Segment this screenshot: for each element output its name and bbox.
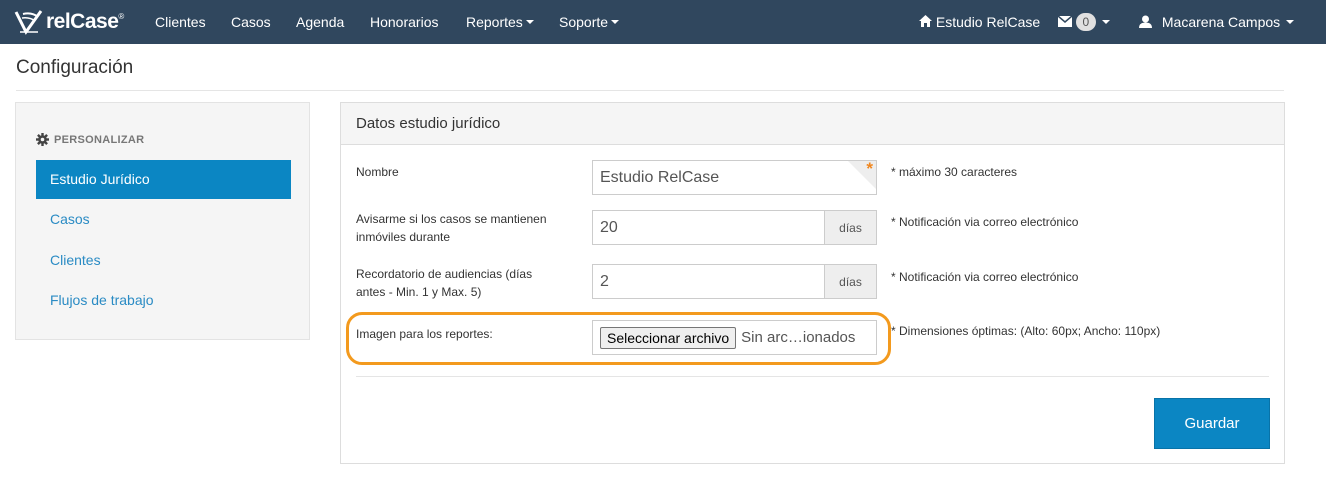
avisarme-days-addon: días	[825, 210, 877, 245]
chevron-down-icon	[525, 20, 534, 25]
recordatorio-hint: * Notificación via correo electrónico	[891, 270, 1079, 284]
user-name: Macarena Campos	[1161, 14, 1281, 30]
recordatorio-label: Recordatorio de audiencias (días antes -…	[356, 267, 533, 299]
brand-name: relCase	[46, 10, 119, 33]
imagen-hint: * Dimensiones óptimas: (Alto: 60px; Anch…	[891, 324, 1161, 338]
nombre-label: Nombre	[356, 165, 399, 179]
avisarme-label: Avisarme si los casos se mantienen inmóv…	[356, 212, 547, 244]
nombre-input[interactable]: Estudio RelCase *	[592, 159, 877, 195]
nav-clientes[interactable]: Clientes	[155, 0, 206, 44]
nav-soporte[interactable]: Soporte	[559, 0, 620, 44]
sidebar-item-estudio-juridico[interactable]: Estudio Jurídico	[36, 160, 291, 199]
panel-heading: Datos estudio jurídico	[341, 103, 1284, 145]
nav-reportes[interactable]: Reportes	[466, 0, 534, 44]
chevron-down-icon	[1101, 20, 1110, 25]
user-icon	[1139, 15, 1152, 28]
nav-agenda[interactable]: Agenda	[296, 0, 344, 44]
title-divider	[16, 90, 1284, 91]
avisarme-hint: * Notificación via correo electrónico	[891, 215, 1079, 229]
recordatorio-days-addon: días	[825, 264, 877, 299]
top-navbar: relCase ® Clientes Casos Agenda Honorari…	[0, 0, 1326, 44]
nav-honorarios[interactable]: Honorarios	[370, 0, 438, 44]
nav-reportes-label: Reportes	[466, 14, 523, 30]
brand-registered-mark: ®	[118, 11, 125, 21]
chevron-down-icon	[1286, 20, 1295, 25]
nav-user-menu[interactable]: Macarena Campos	[1139, 0, 1295, 44]
recordatorio-input[interactable]: 2	[592, 264, 825, 299]
feather-logo-icon	[14, 10, 43, 35]
envelope-icon	[1058, 15, 1072, 27]
home-icon	[919, 15, 932, 28]
avisarme-input[interactable]: 20	[592, 210, 825, 245]
sidebar-heading-label: PERSONALIZAR	[54, 133, 145, 146]
sidebar-item-flujos-de-trabajo[interactable]: Flujos de trabajo	[36, 281, 291, 320]
avisarme-value: 20	[600, 218, 618, 236]
required-star-icon: *	[866, 159, 873, 178]
recordatorio-value: 2	[600, 272, 609, 290]
messages-count-badge: 0	[1075, 13, 1096, 32]
settings-sidebar: PERSONALIZAR Estudio Jurídico Casos Clie…	[15, 102, 310, 340]
chevron-down-icon	[611, 20, 620, 25]
highlight-annotation	[346, 312, 891, 365]
nav-casos[interactable]: Casos	[231, 0, 271, 44]
nav-soporte-label: Soporte	[559, 14, 609, 30]
form-divider	[356, 376, 1269, 377]
sidebar-item-clientes[interactable]: Clientes	[36, 241, 291, 280]
nombre-value: Estudio RelCase	[600, 168, 720, 186]
save-button[interactable]: Guardar	[1154, 398, 1270, 449]
gear-icon	[36, 133, 49, 146]
sidebar-item-casos[interactable]: Casos	[36, 200, 291, 239]
brand-logo[interactable]: relCase ®	[14, 6, 124, 38]
nav-studio[interactable]: Estudio RelCase	[919, 0, 1040, 44]
page-title: Configuración	[16, 57, 134, 78]
studio-data-panel: Datos estudio jurídico Nombre Estudio Re…	[340, 102, 1285, 464]
nombre-hint: * máximo 30 caracteres	[891, 165, 1018, 179]
nav-studio-label: Estudio RelCase	[935, 14, 1041, 30]
nav-messages[interactable]: 0	[1058, 0, 1110, 44]
sidebar-heading: PERSONALIZAR	[36, 133, 144, 146]
